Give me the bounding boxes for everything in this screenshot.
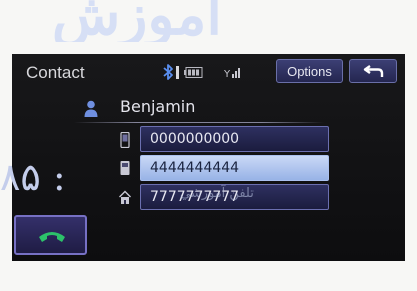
svg-text:Y: Y	[224, 69, 231, 79]
back-arrow-icon	[363, 65, 384, 77]
page: ﺁﻣﻮﺯﺵ Contact Y Options Benjamin 0000000…	[0, 0, 417, 291]
watermark-logo: ﺁﻣﻮﺯﺵ	[52, 0, 222, 42]
contact-name: Benjamin	[120, 97, 196, 116]
watermark-top: ﺁﻣﻮﺯﺵ	[0, 0, 417, 42]
options-button[interactable]: Options	[276, 59, 343, 83]
phone-icon	[120, 161, 130, 175]
phone-number-row[interactable]: 0000000000	[140, 126, 329, 152]
bluetooth-icon	[163, 64, 173, 80]
bluetooth-connection-bar-icon	[176, 66, 179, 79]
status-indicators: Y	[162, 63, 270, 81]
name-divider	[74, 122, 324, 123]
battery-icon	[184, 67, 203, 78]
contact-name-row: Benjamin	[74, 96, 304, 122]
screen-title: Contact	[26, 63, 85, 82]
phone-handset-icon	[39, 232, 65, 242]
home-icon	[119, 190, 131, 204]
call-button[interactable]	[14, 215, 87, 255]
watermark-caption: ﺗﻠﻔﻦ ﺁﻣﻮﺯﺷﻲ	[180, 186, 254, 201]
header-bar: Contact Y Options	[12, 54, 405, 92]
phone-number-row-selected[interactable]: 4444444444	[140, 155, 329, 181]
watermark-digits: ۸۵ :	[0, 158, 66, 196]
mobile-phone-icon	[120, 132, 130, 148]
back-button[interactable]	[349, 59, 397, 83]
person-icon	[84, 100, 98, 117]
signal-strength-icon: Y	[224, 68, 240, 79]
